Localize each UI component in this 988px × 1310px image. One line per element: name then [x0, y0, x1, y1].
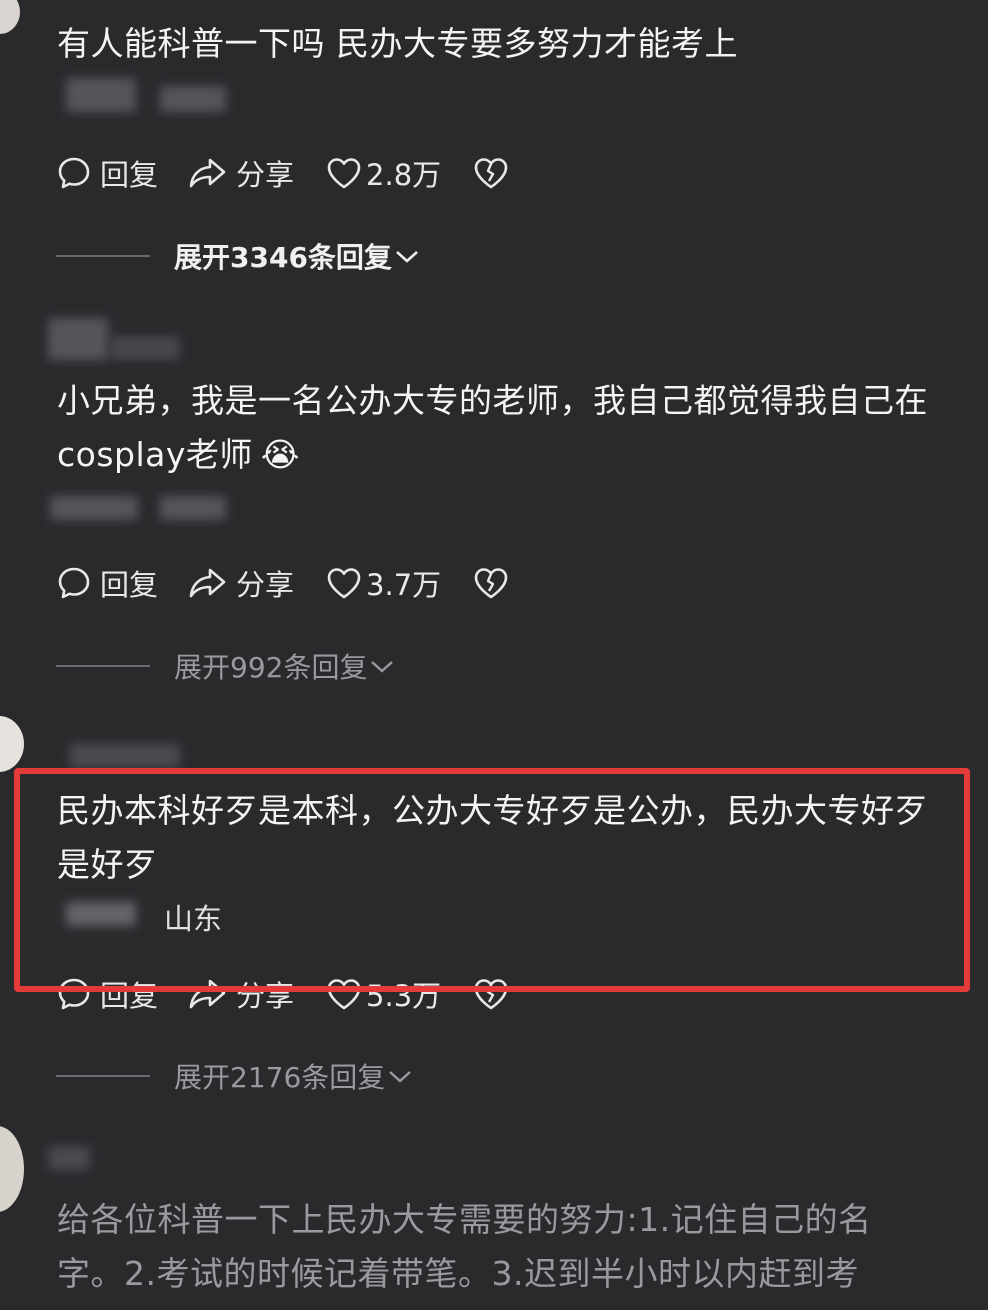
like-button[interactable]: 2.8万: [326, 152, 441, 194]
chevron-down-icon: [396, 251, 418, 263]
comment-bubble-icon: [58, 157, 90, 189]
comment-meta-blurred: [160, 496, 226, 520]
avatar[interactable]: [0, 0, 20, 34]
avatar[interactable]: [0, 1126, 24, 1212]
comment-meta-blurred: [50, 496, 138, 520]
dislike-button[interactable]: [473, 156, 509, 190]
crying-emoji: 😭: [260, 435, 300, 474]
expand-replies-label: 展开992条回复: [174, 651, 368, 684]
highlight-box: [14, 768, 970, 992]
comment-text: 有人能科普一下吗 民办大专要多努力才能考上: [57, 24, 738, 63]
username-blurred: [48, 318, 108, 360]
comment-actions: 回复 分享 3.7万: [56, 563, 509, 603]
like-count: 2.8万: [366, 158, 442, 192]
comment-bubble-icon: [58, 567, 90, 599]
comment-meta-blurred: [66, 78, 136, 112]
divider: [56, 665, 150, 667]
share-button[interactable]: 分享: [188, 562, 294, 604]
share-label: 分享: [236, 568, 295, 602]
expand-replies[interactable]: 展开3346条回复: [56, 236, 420, 276]
broken-heart-icon: [474, 568, 508, 599]
broken-heart-icon: [474, 158, 508, 189]
like-count: 3.7万: [366, 568, 442, 602]
like-button[interactable]: 3.7万: [326, 562, 441, 604]
avatar[interactable]: [0, 716, 24, 772]
username-blurred: [48, 1146, 90, 1170]
reply-button[interactable]: 回复: [56, 562, 158, 604]
username-blurred: [110, 336, 180, 360]
reply-label: 回复: [100, 158, 159, 192]
divider: [56, 1075, 150, 1077]
expand-replies-label: 展开2176条回复: [174, 1061, 386, 1094]
expand-replies[interactable]: 展开992条回复: [56, 646, 395, 686]
comment-text: 小兄弟，我是一名公办大专的老师，我自己都觉得我自己在cosplay老师 😭: [57, 374, 938, 482]
heart-icon: [327, 158, 361, 189]
share-label: 分享: [236, 158, 295, 192]
expand-replies[interactable]: 展开2176条回复: [56, 1056, 413, 1096]
chevron-down-icon: [389, 1071, 412, 1083]
dislike-button[interactable]: [473, 566, 509, 600]
expand-replies-label: 展开3346条回复: [174, 241, 392, 274]
reply-button[interactable]: 回复: [56, 152, 158, 194]
heart-icon: [327, 568, 361, 599]
comment-body: 小兄弟，我是一名公办大专的老师，我自己都觉得我自己在cosplay老师: [57, 381, 928, 474]
share-button[interactable]: 分享: [188, 152, 294, 194]
share-arrow-icon: [189, 158, 226, 188]
comment-text: 给各位科普一下上民办大专需要的努力:1.记住自己的名字。2.考试的时候记着带笔。…: [57, 1200, 872, 1293]
reply-label: 回复: [100, 568, 159, 602]
username-blurred: [70, 744, 180, 768]
chevron-down-icon: [371, 661, 394, 673]
divider: [56, 255, 150, 257]
comment-actions: 回复 分享 2.8万: [56, 153, 509, 193]
share-arrow-icon: [189, 568, 226, 598]
comment-meta-blurred: [160, 86, 226, 112]
